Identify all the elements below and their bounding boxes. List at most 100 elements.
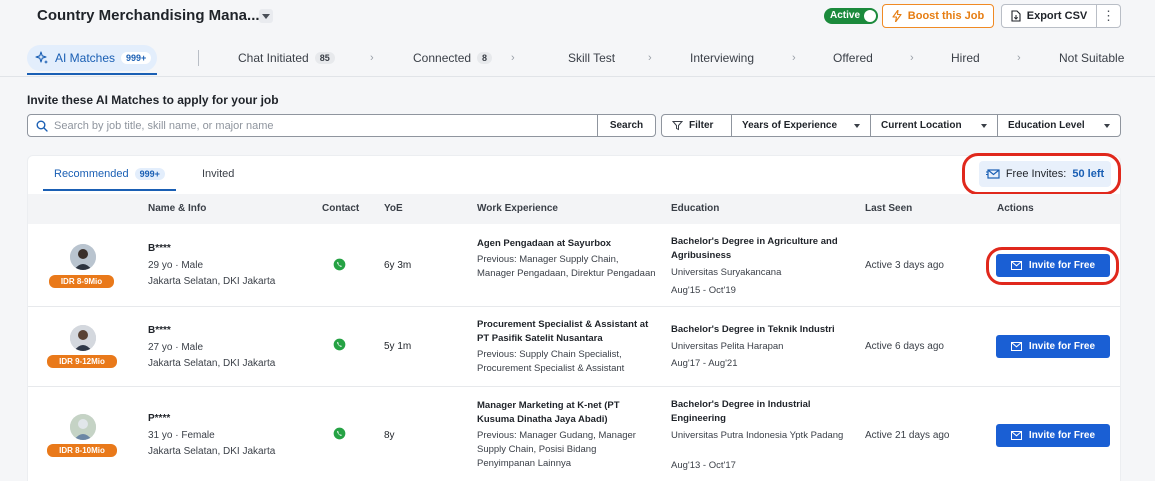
- tab-not-suitable-label: Not Suitable: [1059, 51, 1125, 65]
- last-seen: Active 6 days ago: [865, 341, 944, 352]
- column-contact: Contact: [322, 203, 360, 214]
- chevron-down-icon: [854, 123, 860, 128]
- current-location-label: Current Location: [881, 120, 962, 131]
- search-button[interactable]: Search: [597, 114, 656, 137]
- invite-for-free-button[interactable]: Invite for Free: [996, 335, 1110, 358]
- invite-for-free-button[interactable]: Invite for Free: [996, 254, 1110, 277]
- job-switch-dropdown[interactable]: [259, 9, 273, 23]
- whatsapp-icon[interactable]: [333, 427, 346, 440]
- filter-button[interactable]: Filter: [661, 114, 732, 137]
- filter-label: Filter: [689, 120, 714, 131]
- candidate-yoe: 6y 3m: [384, 260, 412, 271]
- tab-not-suitable[interactable]: Not Suitable: [1059, 51, 1124, 65]
- candidate-name[interactable]: B****: [148, 325, 171, 336]
- export-csv-label: Export CSV: [1026, 10, 1088, 22]
- tab-skill-test[interactable]: Skill Test: [568, 51, 615, 65]
- tab-chat-initiated-count: 85: [314, 52, 335, 64]
- candidate-location: Jakarta Selatan, DKI Jakarta: [148, 276, 276, 287]
- tab-offered[interactable]: Offered: [833, 51, 873, 65]
- current-location-dropdown[interactable]: Current Location: [870, 114, 998, 137]
- years-experience-dropdown[interactable]: Years of Experience: [731, 114, 871, 137]
- active-tab-indicator: [27, 73, 157, 75]
- invite-for-free-button[interactable]: Invite for Free: [996, 424, 1110, 447]
- salary-badge: IDR 9-12Mio: [47, 355, 117, 368]
- row-divider: [28, 306, 1120, 307]
- tab-hired[interactable]: Hired: [951, 51, 980, 65]
- invite-heading: Invite these AI Matches to apply for you…: [27, 93, 279, 107]
- years-experience-label: Years of Experience: [742, 120, 838, 131]
- header-divider: [0, 76, 1155, 77]
- tab-connected-label: Connected: [413, 51, 472, 65]
- envelope-icon: [1010, 431, 1022, 440]
- envelope-icon: [1010, 342, 1022, 351]
- work-previous: Previous: Manager Supply Chain, Manager …: [477, 254, 656, 279]
- free-invites-label: Free Invites:: [1005, 168, 1067, 180]
- sparkle-icon: [35, 51, 48, 64]
- column-education: Education: [671, 203, 720, 214]
- education-level-dropdown[interactable]: Education Level: [997, 114, 1121, 137]
- export-csv-button[interactable]: Export CSV: [1001, 4, 1097, 28]
- invite-for-free-label: Invite for Free: [1028, 341, 1096, 352]
- education-period: Aug'15 - Oct'19: [671, 285, 736, 296]
- education-level-label: Education Level: [1008, 120, 1085, 131]
- boost-job-button[interactable]: Boost this Job: [882, 4, 994, 28]
- tab-interviewing-label: Interviewing: [690, 51, 755, 65]
- candidate-age-gender: 31 yo · Female: [148, 430, 215, 441]
- tab-divider: [198, 50, 199, 66]
- tab-interviewing[interactable]: Interviewing: [690, 51, 754, 65]
- column-last-seen: Last Seen: [865, 203, 913, 214]
- tab-ai-matches[interactable]: AI Matches 999+: [27, 45, 157, 71]
- work-current: Agen Pengadaan at Sayurbox: [477, 238, 612, 249]
- envelope-icon: [985, 169, 1000, 179]
- search-field[interactable]: [27, 114, 598, 137]
- search-icon: [36, 120, 48, 132]
- avatar: [70, 325, 96, 351]
- salary-badge: IDR 8-10Mio: [47, 444, 117, 457]
- work-previous: Previous: Supply Chain Specialist, Procu…: [477, 349, 625, 374]
- tab-offered-label: Offered: [833, 51, 873, 65]
- active-status-toggle[interactable]: Active: [824, 8, 878, 24]
- candidate-name[interactable]: B****: [148, 243, 171, 254]
- candidate-name[interactable]: P****: [148, 413, 170, 424]
- chevron-right-icon: ›: [792, 52, 796, 64]
- column-name-info: Name & Info: [148, 203, 207, 214]
- education-school: Universitas Pelita Harapan: [671, 341, 784, 352]
- last-seen: Active 3 days ago: [865, 260, 944, 271]
- education-period: Aug'13 - Oct'17: [671, 460, 736, 471]
- chevron-right-icon: ›: [648, 52, 652, 64]
- education-degree: Bachelor's Degree in Teknik Industri: [671, 324, 835, 335]
- tab-ai-matches-count: 999+: [121, 52, 152, 64]
- free-invites-value: 50 left: [1072, 168, 1105, 180]
- tab-hired-label: Hired: [951, 51, 980, 65]
- tab-chat-initiated[interactable]: Chat Initiated 85: [238, 51, 335, 65]
- education-degree: Bachelor's Degree in Industrial Engineer…: [671, 399, 811, 424]
- education-school: Universitas Suryakancana: [671, 267, 782, 278]
- chevron-down-icon: [1104, 123, 1110, 128]
- more-options-button[interactable]: ⋮: [1097, 4, 1121, 28]
- candidate-age-gender: 27 yo · Male: [148, 342, 204, 353]
- column-actions: Actions: [997, 203, 1034, 214]
- education-degree: Bachelor's Degree in Agriculture and Agr…: [671, 236, 838, 261]
- avatar: [70, 244, 96, 270]
- whatsapp-icon[interactable]: [333, 258, 346, 271]
- salary-badge: IDR 8-9Mio: [49, 275, 114, 288]
- invite-for-free-label: Invite for Free: [1028, 260, 1096, 271]
- filter-icon: [672, 121, 683, 131]
- candidate-yoe: 8y: [384, 430, 395, 441]
- chevron-down-icon: [981, 123, 987, 128]
- bolt-icon: [892, 10, 902, 22]
- tab-recommended-label: Recommended: [54, 168, 129, 180]
- tab-connected[interactable]: Connected 8: [413, 51, 493, 65]
- free-invites-counter: Free Invites: 50 left: [979, 161, 1111, 187]
- whatsapp-icon[interactable]: [333, 338, 346, 351]
- row-divider: [28, 386, 1120, 387]
- search-input[interactable]: [54, 119, 574, 132]
- tab-recommended[interactable]: Recommended 999+: [54, 168, 165, 180]
- tab-invited[interactable]: Invited: [202, 168, 234, 180]
- active-status-label: Active: [830, 10, 861, 21]
- work-current: Procurement Specialist & Assistant at PT…: [477, 319, 649, 344]
- work-current: Manager Marketing at K-net (PT Kusuma Di…: [477, 400, 620, 425]
- avatar: [70, 414, 96, 440]
- toggle-knob: [864, 10, 876, 22]
- candidate-age-gender: 29 yo · Male: [148, 260, 204, 271]
